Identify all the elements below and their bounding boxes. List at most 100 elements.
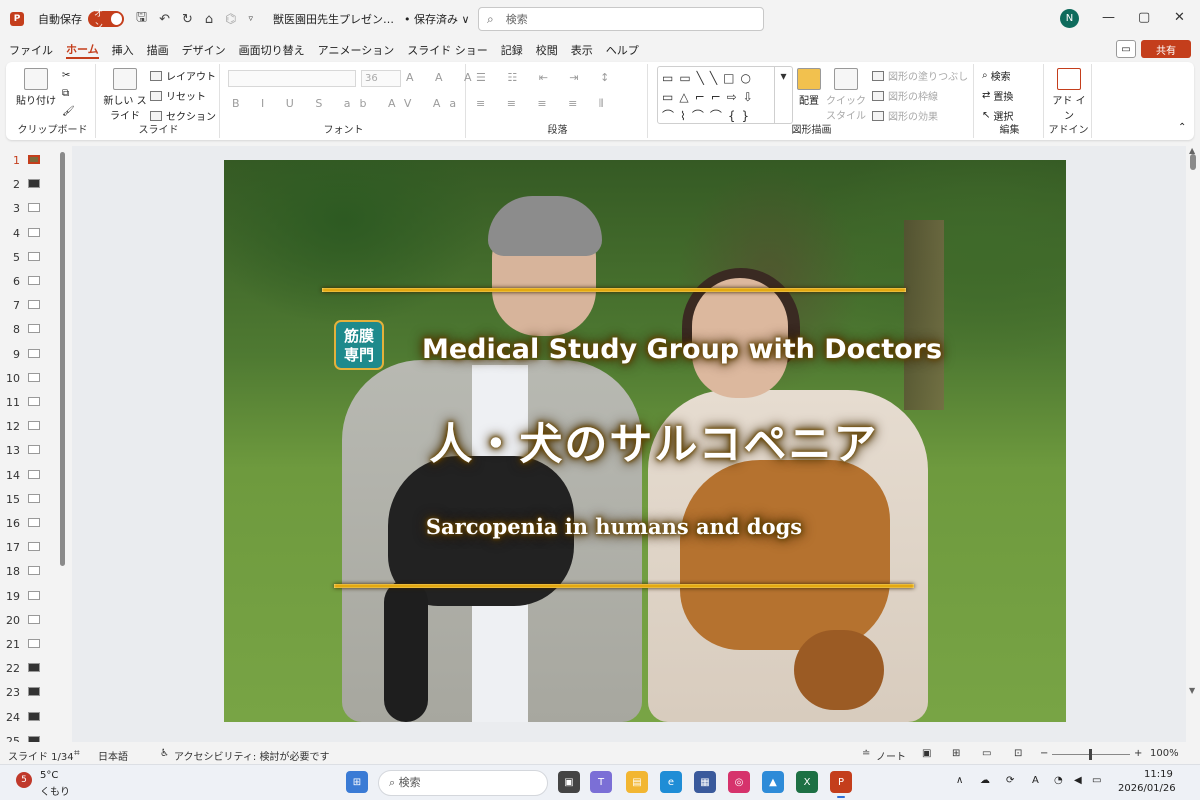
slide-thumbnail[interactable]: 21 (0, 634, 70, 658)
copy-icon[interactable]: ⧉ (62, 88, 69, 99)
spellcheck-icon[interactable]: ⌗ (74, 748, 80, 759)
weather-icon[interactable]: 5 (16, 772, 32, 788)
tab-view[interactable]: 表示 (571, 42, 593, 58)
instagram-icon[interactable]: ◎ (728, 771, 750, 793)
slide-subtitle-en[interactable]: Medical Study Group with Doctors (422, 334, 942, 365)
file-explorer-icon[interactable]: ▤ (626, 771, 648, 793)
zoom-slider-knob[interactable] (1089, 749, 1092, 760)
layout-button[interactable]: レイアウト (150, 68, 216, 83)
tab-record[interactable]: 記録 (501, 42, 523, 58)
slide-thumbnail[interactable]: 24 (0, 707, 70, 731)
slide-sorter-icon[interactable]: ⊞ (952, 748, 960, 759)
minimize-button[interactable]: — (1102, 10, 1115, 25)
reset-button[interactable]: リセット (150, 88, 206, 103)
share-button[interactable]: 共有 (1141, 40, 1191, 58)
battery-icon[interactable]: ▭ (1092, 775, 1101, 786)
font-name-combobox[interactable] (228, 70, 356, 87)
search-input[interactable]: ⌕ 検索 (478, 7, 764, 31)
tab-file[interactable]: ファイル (9, 42, 53, 58)
align-buttons[interactable]: ≡ ≡ ≡ ≡ ⫴ (476, 97, 612, 111)
slide-thumbnail[interactable]: 19 (0, 586, 70, 610)
specialty-badge[interactable]: 筋膜 専門 (334, 320, 384, 370)
slide-title-jp[interactable]: 人・犬のサルコペニア (374, 410, 934, 472)
clock-time[interactable]: 11:19 (1144, 769, 1173, 780)
addins-button[interactable]: アド イン (1052, 68, 1086, 122)
zoom-out-icon[interactable]: − (1040, 748, 1048, 759)
format-painter-button-icon[interactable]: 🖌 (62, 106, 75, 117)
powerpoint-taskbar-icon[interactable]: P (830, 771, 852, 798)
wifi-icon[interactable]: ◔ (1054, 775, 1063, 786)
edge-icon[interactable]: e (660, 771, 682, 793)
thumbnail-scrollbar[interactable] (60, 152, 65, 566)
tab-slideshow[interactable]: スライド ショー (407, 42, 488, 58)
teams-icon[interactable]: T (590, 771, 612, 793)
bottom-gold-line[interactable] (334, 584, 914, 588)
avatar[interactable]: N (1060, 9, 1079, 28)
onedrive-icon[interactable]: ☁ (980, 775, 990, 786)
tab-design[interactable]: デザイン (182, 42, 226, 58)
scroll-down-icon[interactable]: ▼ (1189, 686, 1195, 695)
accessibility-status[interactable]: アクセシビリティ: 検討が必要です (174, 748, 329, 763)
tab-animations[interactable]: アニメーション (318, 42, 395, 58)
tab-help[interactable]: ヘルプ (606, 42, 639, 58)
tab-transitions[interactable]: 画面切り替え (239, 42, 305, 58)
clock-date[interactable]: 2026/01/26 (1118, 783, 1176, 794)
volume-icon[interactable]: ◀ (1074, 775, 1082, 786)
normal-view-icon[interactable]: ▣ (922, 748, 931, 759)
task-view-icon[interactable]: ▣ (558, 771, 580, 793)
scroll-thumb[interactable] (1190, 154, 1196, 170)
tab-review[interactable]: 校閲 (536, 42, 558, 58)
slide-caption-en[interactable]: Sarcopenia in humans and dogs (424, 514, 804, 539)
zoom-in-icon[interactable]: + (1134, 748, 1142, 759)
zoom-level[interactable]: 100% (1150, 748, 1179, 759)
restore-button[interactable]: ▢ (1138, 10, 1150, 25)
start-icon[interactable]: ⊞ (346, 771, 368, 793)
excel-icon[interactable]: X (796, 771, 818, 793)
customize-qat-icon[interactable]: ▿ (249, 14, 254, 24)
new-slide-button[interactable]: 新しい スライド (102, 68, 148, 122)
slide-thumbnail[interactable]: 20 (0, 610, 70, 634)
ime-icon[interactable]: A (1032, 775, 1039, 786)
weather-condition[interactable]: くもり (40, 783, 70, 798)
replace-button[interactable]: ⇄ 置換 (982, 88, 1013, 103)
paste-button[interactable]: 貼り付け (16, 68, 56, 107)
cut-icon[interactable]: ✂ (62, 70, 70, 81)
temperature[interactable]: 5°C (40, 770, 58, 781)
tray-chevron-icon[interactable]: ∧ (956, 775, 963, 786)
tab-insert[interactable]: 挿入 (112, 42, 134, 58)
redo-icon[interactable]: ↻ (182, 12, 193, 27)
slide-thumbnail[interactable]: 23 (0, 682, 70, 706)
present-icon[interactable]: ⌂ (205, 12, 213, 27)
tab-home[interactable]: ホーム (66, 41, 99, 59)
save-icon[interactable]: 🖫 (136, 8, 147, 30)
format-painter-icon[interactable]: ⌬ (225, 12, 236, 27)
reading-view-icon[interactable]: ▭ (982, 748, 991, 759)
notes-button[interactable]: ノート (876, 748, 906, 763)
notes-icon[interactable]: ≐ (862, 748, 870, 759)
close-button[interactable]: ✕ (1174, 10, 1185, 25)
find-button[interactable]: ⌕ 検索 (982, 68, 1011, 83)
sync-icon[interactable]: ⟳ (1006, 775, 1014, 786)
list-buttons[interactable]: ☰ ☷ ⇤ ⇥ ↕ (476, 71, 618, 84)
document-title[interactable]: 獣医園田先生プレゼン… (273, 11, 394, 27)
saved-state[interactable]: • 保存済み ∨ (404, 11, 470, 27)
slide-thumbnail[interactable]: 25 (0, 731, 70, 742)
slide-1[interactable]: 筋膜 専門 Medical Study Group with Doctors 人… (224, 160, 1066, 722)
comments-button[interactable]: ▭ (1116, 40, 1136, 58)
slide-thumbnail[interactable]: 22 (0, 658, 70, 682)
collapse-ribbon-icon[interactable]: ⌃ (1178, 122, 1186, 133)
store-icon[interactable]: ▦ (694, 771, 716, 793)
font-size-combobox[interactable]: 36 (361, 70, 401, 87)
photos-icon[interactable]: ▲ (762, 771, 784, 793)
tab-draw[interactable]: 描画 (147, 42, 169, 58)
language-indicator[interactable]: 日本語 (98, 748, 128, 763)
taskbar-search[interactable]: ⌕ 検索 (378, 770, 548, 796)
accessibility-icon[interactable]: ♿ (160, 748, 169, 759)
slideshow-icon[interactable]: ⊡ (1014, 748, 1022, 759)
undo-icon[interactable]: ↶ (159, 12, 170, 27)
top-gold-line[interactable] (322, 288, 906, 292)
autosave-toggle[interactable]: オン (88, 9, 124, 32)
windows-taskbar: 5 5°C くもり ⊞ ⌕ 検索 ▣ T ▤ e ▦ ◎ ▲ X P ∧ ☁ ⟳… (0, 764, 1200, 800)
canvas-scrollbar[interactable]: ▲ ▼ (1188, 146, 1198, 742)
font-format-buttons[interactable]: B I U S ab AV Aa (232, 97, 465, 110)
